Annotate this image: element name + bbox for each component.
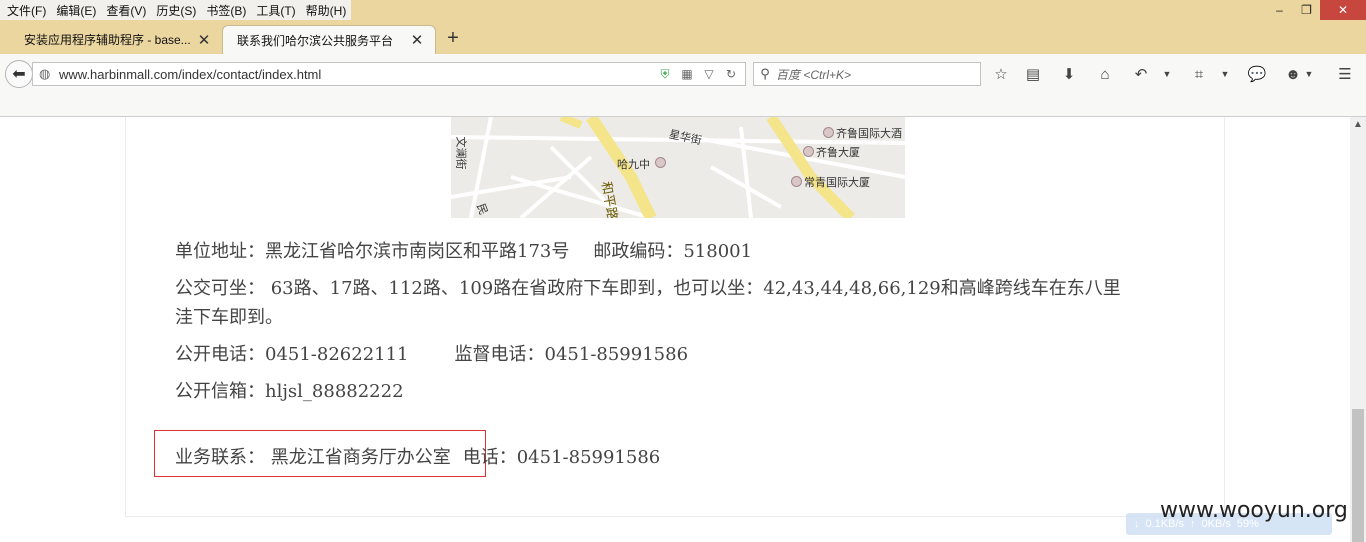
download-arrow-icon: ↓ — [1134, 518, 1140, 530]
hamburger-menu-icon[interactable]: ☰ — [1334, 63, 1356, 85]
search-icon: ⚲ — [760, 66, 770, 81]
phone-line: 公开电话：0451-82622111 监督电话：0451-85991586 — [175, 340, 688, 366]
map-label-poi-1: 齐鲁国际大酒 — [836, 127, 902, 140]
business-contact-line: 业务联系： 黑龙江省商务厅办公室 电话：0451-85991586 — [175, 443, 660, 469]
navigation-toolbar: ⬅ ◍ www.harbinmall.com/index/contact/ind… — [0, 54, 1366, 92]
bus-line-2: 洼下车即到。 — [175, 307, 283, 328]
screenshot-crop-icon[interactable]: ⌗ — [1188, 63, 1210, 85]
menu-file[interactable]: 文件(F) — [2, 0, 51, 20]
back-button[interactable]: ⬅ — [5, 60, 33, 88]
search-input[interactable]: 百度 <Ctrl+K> — [776, 66, 851, 83]
bookmark-star-icon[interactable]: ☆ — [990, 63, 1012, 85]
address-line: 单位地址：黑龙江省哈尔滨市南岗区和平路173号 邮政编码：518001 — [175, 237, 752, 263]
tab-close-icon[interactable]: ✕ — [409, 31, 425, 49]
supervision-phone-text: 监督电话：0451-85991586 — [454, 344, 689, 365]
tab-title: 安装应用程序辅助程序 - base... — [24, 33, 191, 47]
business-contact-text: 业务联系： 黑龙江省商务厅办公室 — [175, 447, 451, 468]
restore-button[interactable]: ❐ — [1293, 0, 1320, 20]
title-bar: 文件(F) 编辑(E) 查看(V) 历史(S) 书签(B) 工具(T) 帮助(H… — [0, 0, 1366, 22]
download-icon[interactable]: ⬇ — [1058, 63, 1080, 85]
qr-code-icon[interactable]: ▦ — [679, 67, 695, 81]
map-label-wenlan-street: 文澜街 — [454, 136, 468, 170]
building-poi-icon — [791, 176, 802, 187]
tab-install-helper[interactable]: 安装应用程序辅助程序 - base... ✕ — [10, 25, 222, 54]
reload-icon[interactable]: ↻ — [723, 67, 739, 81]
close-window-button[interactable]: ✕ — [1320, 0, 1366, 20]
map-label-poi-2: 齐鲁大厦 — [816, 146, 860, 159]
mailbox-line: 公开信箱：hljsl_88882222 — [175, 381, 404, 402]
postcode-text: 邮政编码：518001 — [593, 241, 753, 262]
user-profile-icon[interactable]: ☻ — [1282, 63, 1304, 85]
toolbar-spacer — [0, 92, 1366, 117]
map-label-poi-3: 常青国际大厦 — [804, 176, 870, 189]
menu-view[interactable]: 查看(V) — [101, 0, 151, 20]
menu-help[interactable]: 帮助(H) — [301, 0, 352, 20]
vertical-scrollbar[interactable]: ▲ — [1350, 117, 1366, 542]
map-label-school: 哈九中 — [617, 158, 650, 171]
shield-icon[interactable]: ⛨ — [657, 67, 673, 82]
location-map[interactable]: 星华街 文澜街 齐鲁国际大酒 齐鲁大厦 常青国际大厦 哈九中 和平路 民 — [451, 117, 905, 218]
tab-close-icon[interactable]: ✕ — [196, 31, 212, 49]
hotel-poi-icon — [823, 127, 834, 138]
url-bar[interactable]: ◍ www.harbinmall.com/index/contact/index… — [32, 62, 746, 86]
chat-bubble-icon[interactable]: 💬 — [1246, 63, 1268, 85]
crop-dropdown-icon[interactable]: ▼ — [1220, 63, 1230, 85]
minimize-button[interactable]: – — [1266, 0, 1293, 20]
new-tab-button[interactable]: + — [443, 28, 463, 50]
dropdown-arrow-icon[interactable]: ▽ — [701, 67, 717, 81]
business-phone-text: 电话：0451-85991586 — [462, 447, 661, 468]
reading-list-icon[interactable]: ▤ — [1022, 63, 1044, 85]
url-text[interactable]: www.harbinmall.com/index/contact/index.h… — [59, 67, 657, 82]
menu-bookmarks[interactable]: 书签(B) — [201, 0, 251, 20]
menu-tools[interactable]: 工具(T) — [251, 0, 300, 20]
page-viewport: 星华街 文澜街 齐鲁国际大酒 齐鲁大厦 常青国际大厦 哈九中 和平路 民 单位地… — [0, 117, 1350, 542]
tab-strip: 安装应用程序辅助程序 - base... ✕ 联系我们哈尔滨公共服务平台 ✕ + — [0, 22, 1366, 54]
school-poi-icon — [655, 157, 666, 168]
window-controls: – ❐ ✕ — [1266, 0, 1366, 20]
home-icon[interactable]: ⌂ — [1094, 63, 1116, 85]
menu-edit[interactable]: 编辑(E) — [51, 0, 101, 20]
search-bar[interactable]: ⚲ 百度 <Ctrl+K> — [753, 62, 981, 86]
address-text: 单位地址：黑龙江省哈尔滨市南岗区和平路173号 — [175, 241, 570, 262]
public-phone-text: 公开电话：0451-82622111 — [175, 344, 409, 365]
bus-line-1: 公交可坐： 63路、17路、112路、109路在省政府下车即到，也可以坐：42,… — [175, 278, 1121, 299]
profile-dropdown-icon[interactable]: ▼ — [1304, 63, 1314, 85]
menu-history[interactable]: 历史(S) — [151, 0, 201, 20]
back-arrow-icon: ⬅ — [12, 66, 26, 83]
menu-bar: 文件(F) 编辑(E) 查看(V) 历史(S) 书签(B) 工具(T) 帮助(H… — [0, 0, 352, 20]
tab-title: 联系我们哈尔滨公共服务平台 — [237, 33, 394, 48]
watermark: www.wooyun.org — [1160, 498, 1348, 523]
scroll-thumb[interactable] — [1352, 409, 1364, 542]
undo-icon[interactable]: ↶ — [1130, 63, 1152, 85]
building-poi-icon — [803, 146, 814, 157]
undo-dropdown-icon[interactable]: ▼ — [1162, 63, 1172, 85]
tab-contact-us[interactable]: 联系我们哈尔滨公共服务平台 ✕ — [222, 25, 436, 54]
scroll-up-arrow-icon[interactable]: ▲ — [1350, 119, 1366, 133]
globe-icon: ◍ — [39, 66, 51, 81]
